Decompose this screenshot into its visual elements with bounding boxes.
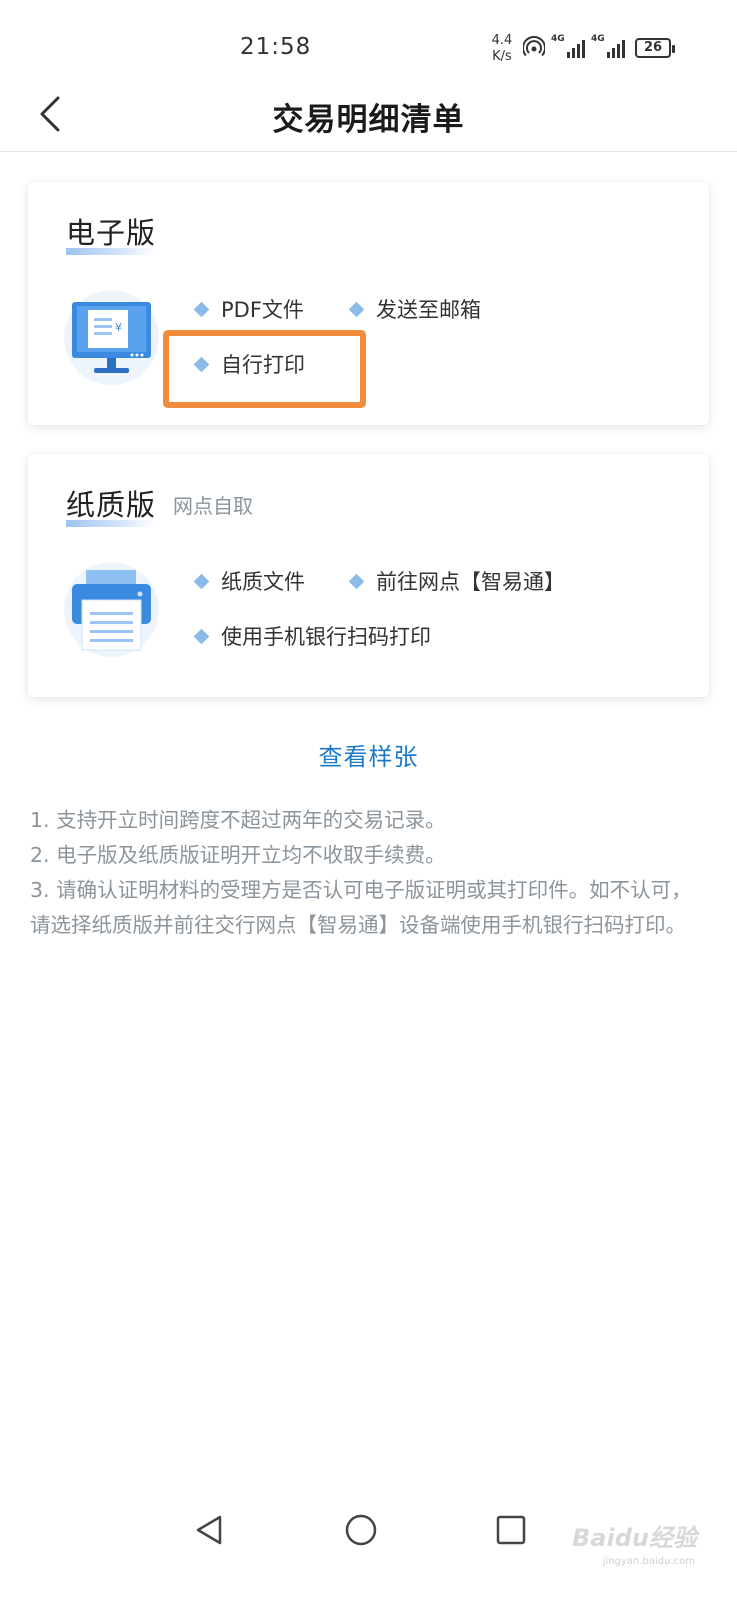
option-email[interactable]: 发送至邮箱 [348, 294, 481, 324]
net-speed: 4.4 K/s [488, 33, 516, 65]
electronic-title: 电子版 [66, 216, 157, 250]
diamond-icon [193, 628, 210, 644]
option-scan-print-label: 使用手机银行扫码打印 [221, 625, 431, 649]
watermark-url: jingyan.baidu.com [602, 1556, 695, 1567]
printer-icon [72, 570, 151, 651]
option-go-branch[interactable]: 前往网点【智易通】 [348, 566, 565, 596]
notes: 1. 支持开立时间跨度不超过两年的交易记录。 2. 电子版及纸质版证明开立均不收… [30, 803, 700, 943]
diamond-icon [193, 356, 210, 372]
status-bar: 21:58 4.4 K/s 4G 4G 26 [0, 0, 737, 92]
option-pdf[interactable]: PDF文件 [193, 294, 304, 324]
diamond-icon [193, 573, 210, 589]
nav-recents-icon[interactable] [493, 1512, 529, 1548]
status-icons: 4G 4G 26 [523, 34, 675, 58]
nav-back-icon[interactable] [192, 1512, 228, 1548]
signal-2-tag: 4G [591, 34, 605, 44]
note-item: 3. 请确认证明材料的受理方是否认可电子版证明或其打印件。如不认可，请选择纸质版… [30, 878, 692, 937]
battery-icon: 26 [635, 38, 675, 58]
option-email-label: 发送至邮箱 [376, 298, 481, 322]
diamond-icon [193, 301, 210, 317]
option-self-print[interactable]: 自行打印 [193, 349, 305, 379]
nav-home-icon[interactable] [343, 1512, 379, 1548]
printer-illustration [64, 562, 159, 657]
hotspot-icon [523, 36, 545, 57]
status-time: 21:58 [240, 34, 312, 60]
net-speed-value: 4.4 [491, 33, 513, 48]
watermark-logo: Baidu经验 [572, 1524, 697, 1552]
paper-subtitle: 网点自取 [173, 494, 253, 518]
paper-title: 纸质版 [66, 488, 157, 522]
option-paper-file[interactable]: 纸质文件 [193, 566, 305, 596]
net-speed-unit: K/s [492, 49, 512, 64]
option-paper-file-label: 纸质文件 [221, 570, 305, 594]
monitor-illustration: ¥ [64, 290, 159, 385]
paper-card: 纸质版 网点自取 纸质文件 前往网点【智易通】 使用手机银行扫码打印 [28, 454, 709, 697]
option-pdf-label: PDF文件 [221, 298, 304, 322]
signal-1-tag: 4G [551, 34, 565, 44]
diamond-icon [348, 573, 365, 589]
view-sample-link[interactable]: 查看样张 [0, 737, 737, 772]
option-self-print-label: 自行打印 [221, 353, 305, 377]
note-item: 2. 电子版及纸质版证明开立均不收取手续费。 [30, 843, 446, 867]
note-item: 1. 支持开立时间跨度不超过两年的交易记录。 [30, 808, 446, 832]
svg-text:¥: ¥ [115, 321, 122, 334]
electronic-card: 电子版 ¥ PDF文件 发送至邮箱 自行打印 [28, 182, 709, 425]
page-title: 交易明细清单 [272, 102, 465, 138]
signal-2-icon: 4G [591, 34, 625, 58]
signal-1-icon: 4G [551, 34, 585, 58]
monitor-icon: ¥ [72, 302, 151, 373]
option-go-branch-label: 前往网点【智易通】 [376, 570, 565, 594]
header: 交易明细清单 [0, 80, 737, 152]
diamond-icon [348, 301, 365, 317]
option-scan-print[interactable]: 使用手机银行扫码打印 [193, 621, 431, 651]
